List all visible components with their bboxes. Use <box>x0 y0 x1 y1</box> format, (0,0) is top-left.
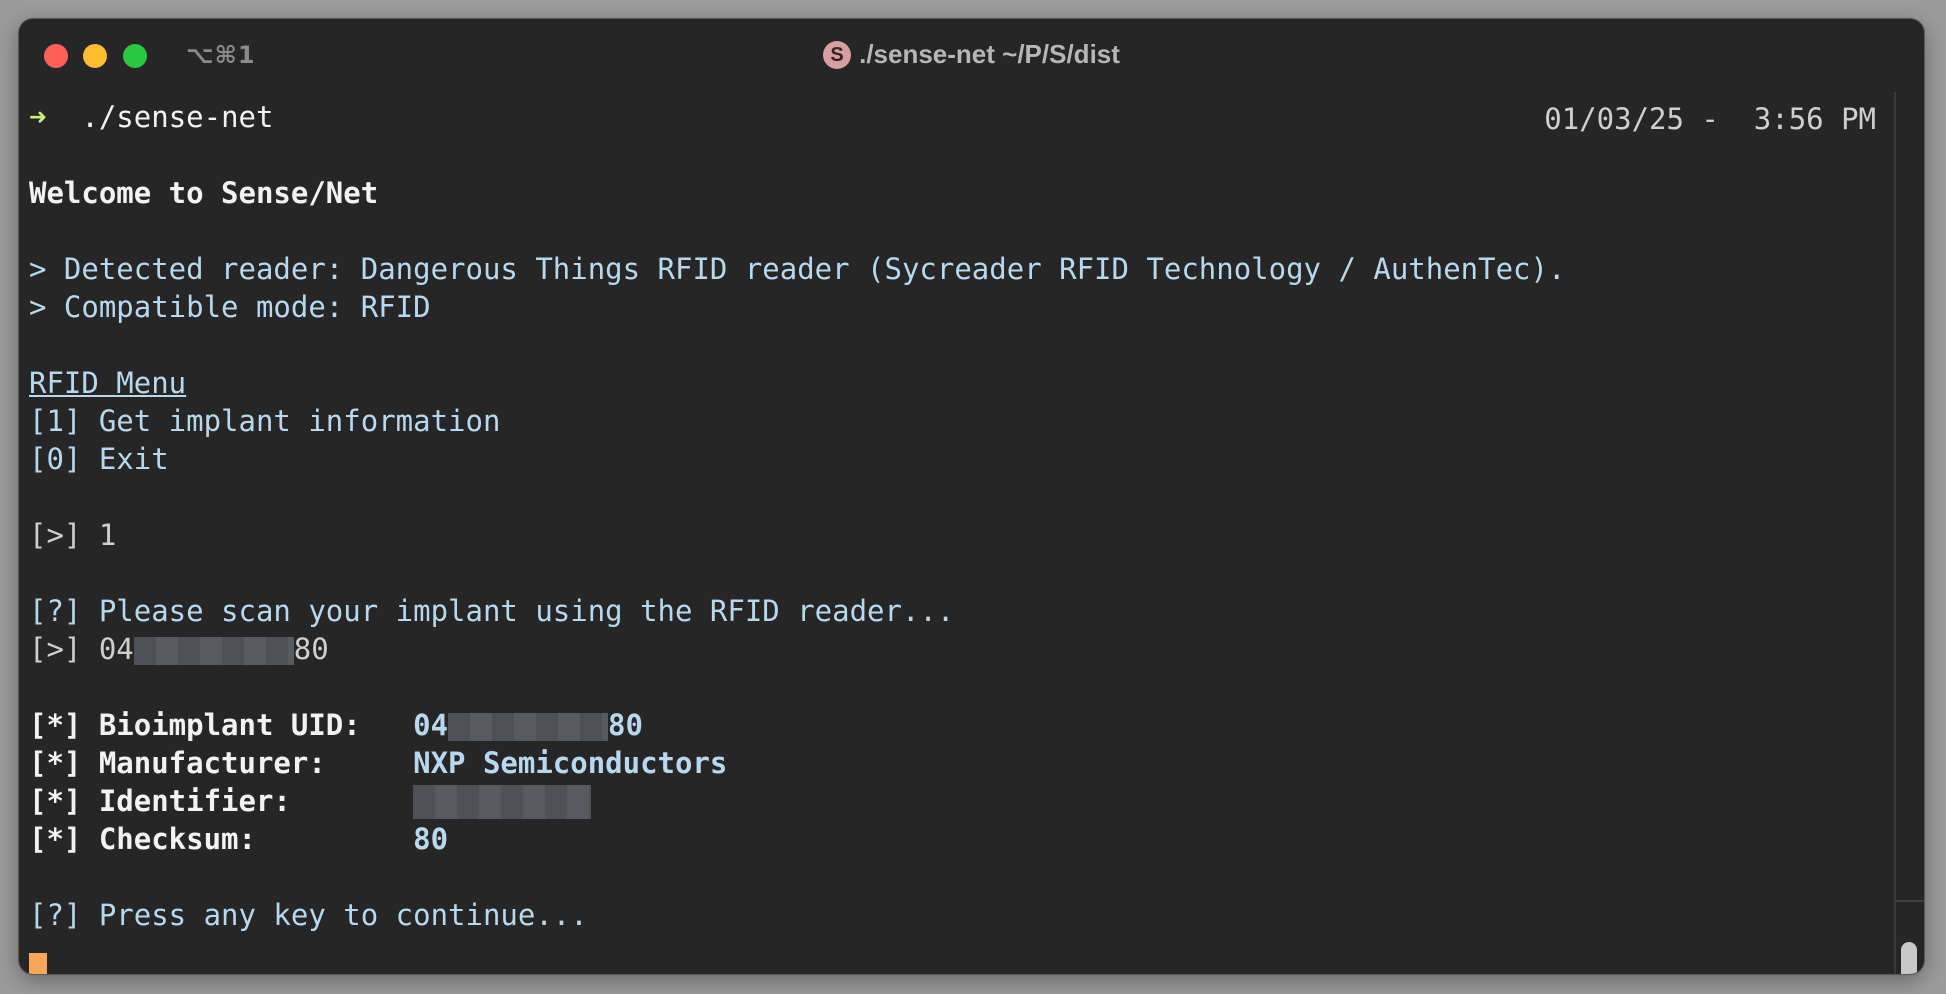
field-value: NXP Semiconductors <box>413 746 728 780</box>
scan-result-suffix: 80 <box>293 632 329 666</box>
field-label: [*] Bioimplant UID: <box>29 708 414 742</box>
window-title-text: ./sense-net ~/P/S/dist <box>859 39 1120 69</box>
terminal-window: ⌥⌘1 S ./sense-net ~/P/S/dist ➜ ./sense-ne… <box>19 19 1924 974</box>
menu-item-exit: [0] Exit <box>29 442 169 476</box>
field-label: [*] Identifier: <box>29 784 414 818</box>
app-icon: S <box>823 41 852 69</box>
field-manufacturer: [*] Manufacturer: NXP Semiconductors <box>29 744 727 782</box>
field-label: [*] Manufacturer: <box>29 746 414 780</box>
detected-reader-text: > Detected reader: Dangerous Things RFID… <box>29 252 1566 286</box>
scan-result-line: [>] 04 80 <box>29 630 329 668</box>
compatible-mode-text: > Compatible mode: RFID <box>29 290 431 324</box>
datetime-info: 01/03/25 - 3:56 PM <box>1544 102 1876 136</box>
field-value: 80 <box>413 822 449 856</box>
prompt-command: ./sense-net <box>81 100 274 134</box>
window-title: S ./sense-net ~/P/S/dist <box>19 39 1924 71</box>
field-value-prefix: 04 <box>413 708 449 742</box>
scrollbar-thumb[interactable] <box>1901 942 1917 974</box>
title-bar: ⌥⌘1 S ./sense-net ~/P/S/dist <box>19 19 1924 92</box>
redacted-block <box>133 637 294 665</box>
welcome-text: Welcome to Sense/Net <box>29 176 379 210</box>
prompt-arrow-icon: ➜ <box>29 100 47 134</box>
field-value-suffix: 80 <box>608 708 643 742</box>
input-prompt-line: [>] 1 <box>29 518 117 552</box>
field-identifier: [*] Identifier: <box>29 782 592 820</box>
menu-title: RFID Menu <box>29 366 187 400</box>
field-checksum: [*] Checksum: 80 <box>29 820 448 858</box>
menu-item-get-info: [1] Get implant information <box>29 404 501 438</box>
scrollbar[interactable] <box>1894 92 1924 974</box>
field-uid: [*] Bioimplant UID: 04 80 <box>29 706 643 744</box>
redacted-block <box>413 785 592 819</box>
scan-message: [?] Please scan your implant using the R… <box>29 594 955 628</box>
scan-result-prefix: [>] 04 <box>29 632 134 666</box>
redacted-block <box>448 713 609 741</box>
field-label: [*] Checksum: <box>29 822 414 856</box>
scrollbar-border <box>1894 92 1896 974</box>
text-cursor <box>29 953 47 974</box>
continue-message: [?] Press any key to continue... <box>29 898 588 932</box>
prompt-line: ➜ ./sense-net <box>29 98 273 136</box>
terminal-output[interactable]: ➜ ./sense-net 01/03/25 - 3:56 PM Welcome… <box>29 92 1894 974</box>
scrollbar-separator <box>1896 900 1924 902</box>
